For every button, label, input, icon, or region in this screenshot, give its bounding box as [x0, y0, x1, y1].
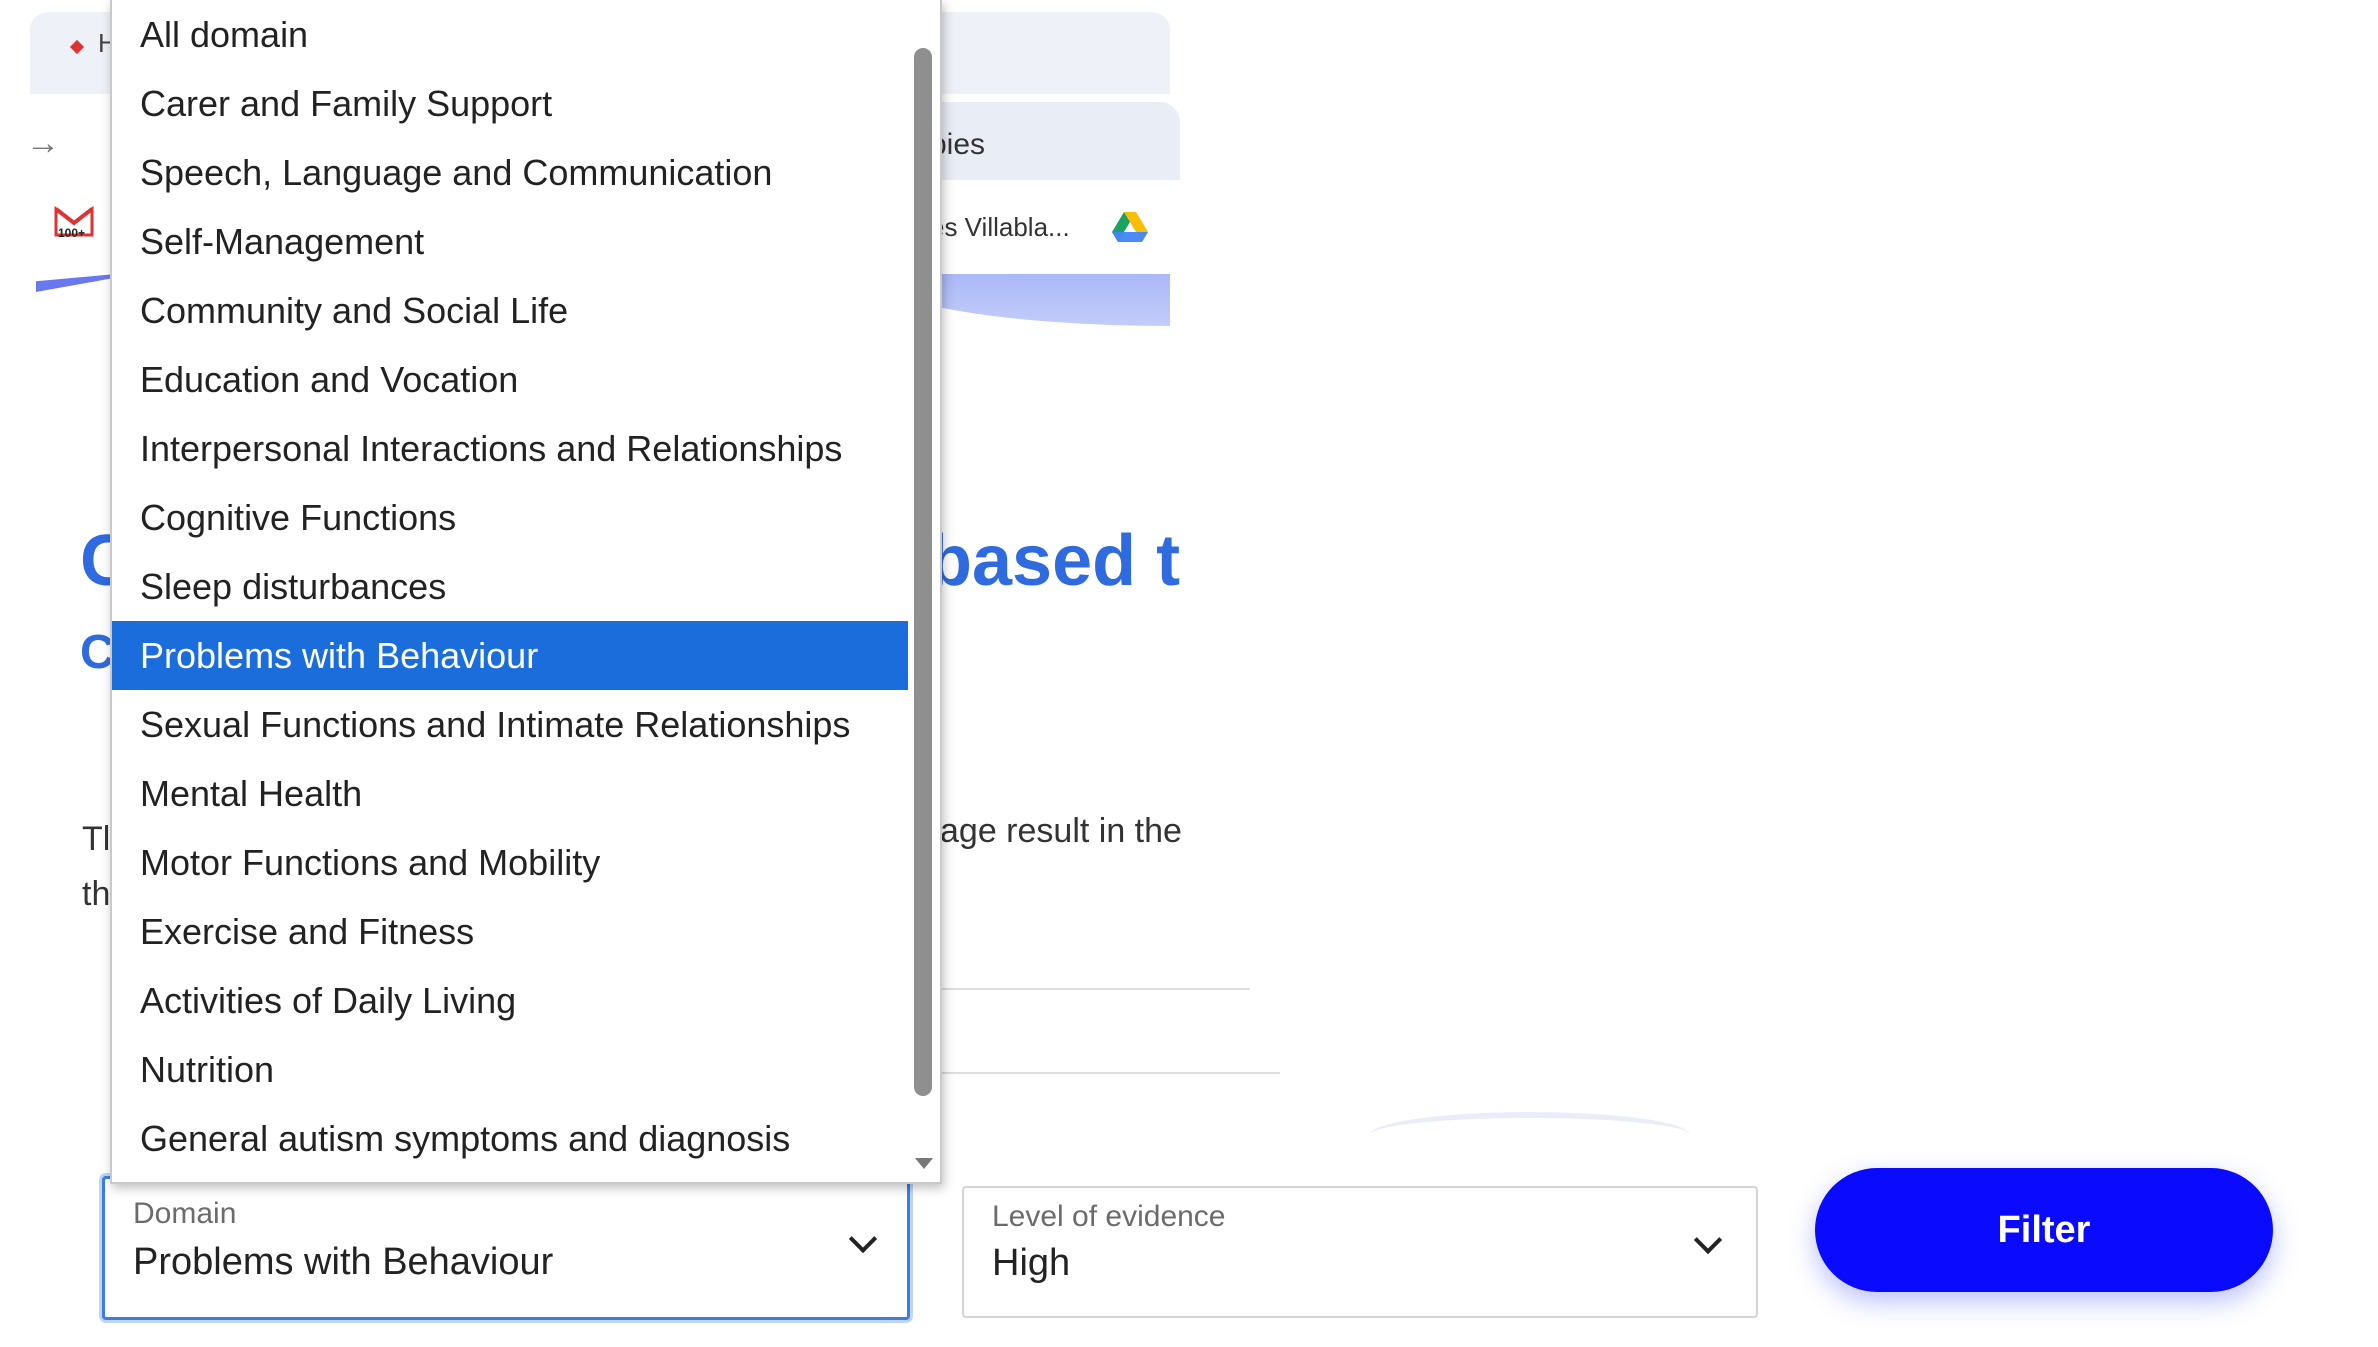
domain-option[interactable]: Motor Functions and Mobility: [112, 828, 908, 897]
domain-option[interactable]: Sleep disturbances: [112, 552, 908, 621]
chevron-down-icon: [848, 1224, 878, 1254]
domain-option[interactable]: Sexual Functions and Intimate Relationsh…: [112, 690, 908, 759]
divider: [920, 988, 1250, 990]
domain-option[interactable]: Speech, Language and Communication: [112, 138, 908, 207]
scroll-down-arrow-icon[interactable]: [915, 1158, 933, 1169]
domain-option[interactable]: Interpersonal Interactions and Relations…: [112, 414, 908, 483]
evidence-select-label: Level of evidence: [992, 1200, 1226, 1233]
gmail-badge: 100+: [58, 226, 85, 239]
domain-select-label: Domain: [133, 1197, 237, 1230]
domain-option[interactable]: Exercise and Fitness: [112, 897, 908, 966]
domain-options: All domain Carer and Family Support Spee…: [112, 0, 908, 1173]
intro-text-left: Tl th: [82, 812, 110, 922]
scrollbar-thumb[interactable]: [914, 48, 932, 1096]
domain-option[interactable]: Mental Health: [112, 759, 908, 828]
divider: [920, 1072, 1280, 1074]
domain-select[interactable]: Domain Problems with Behaviour: [102, 1176, 910, 1320]
forward-arrow-icon[interactable]: →: [26, 124, 60, 163]
evidence-select[interactable]: Level of evidence High: [962, 1186, 1758, 1318]
site-icon: [69, 39, 85, 55]
evidence-select-value: High: [992, 1242, 1071, 1284]
intro-text-right: age result in the: [940, 812, 1182, 850]
google-drive-icon[interactable]: [1112, 210, 1148, 242]
decorative-arc: [1370, 1112, 1690, 1158]
intro-line2: th: [82, 875, 111, 913]
domain-option[interactable]: Problems with Behaviour: [112, 621, 908, 690]
domain-option[interactable]: Cognitive Functions: [112, 483, 908, 552]
domain-option[interactable]: General autism symptoms and diagnosis: [112, 1104, 908, 1173]
domain-option[interactable]: Activities of Daily Living: [112, 966, 908, 1035]
domain-option[interactable]: Community and Social Life: [112, 276, 908, 345]
domain-option[interactable]: Education and Vocation: [112, 345, 908, 414]
gmail-icon[interactable]: 100+: [54, 205, 94, 239]
page-title-right: based t: [928, 521, 1181, 601]
intro-line1: Tl: [82, 820, 111, 858]
bookmark-item[interactable]: es Villabla...: [930, 212, 1070, 243]
domain-option[interactable]: Nutrition: [112, 1035, 908, 1104]
domain-option[interactable]: All domain: [112, 0, 908, 69]
domain-option[interactable]: Self-Management: [112, 207, 908, 276]
decorative-swoosh: [36, 274, 116, 292]
dropdown-scrollbar[interactable]: [912, 40, 936, 1169]
domain-dropdown[interactable]: All domain Carer and Family Support Spee…: [110, 0, 942, 1184]
domain-option[interactable]: Carer and Family Support: [112, 69, 908, 138]
filter-button[interactable]: Filter: [1815, 1168, 2273, 1292]
domain-select-value: Problems with Behaviour: [133, 1241, 554, 1283]
chevron-down-icon: [1693, 1225, 1723, 1255]
